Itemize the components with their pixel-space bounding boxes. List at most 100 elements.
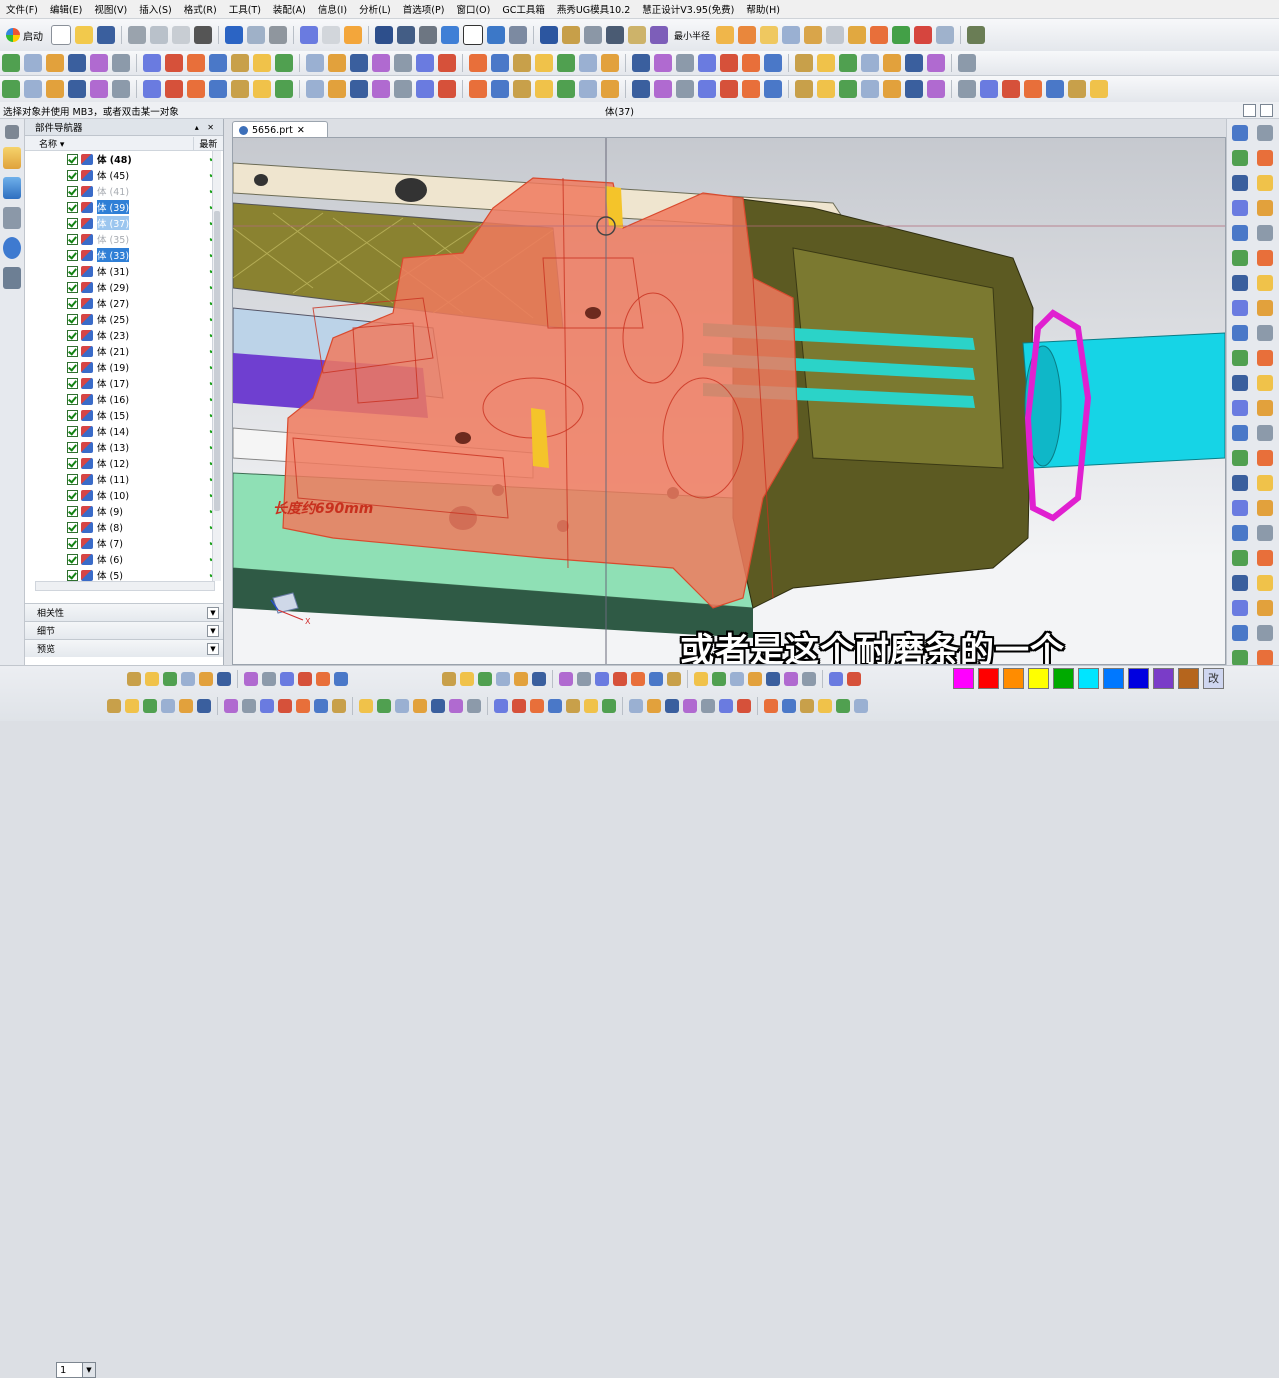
mold-tool-15-icon[interactable]: [350, 80, 368, 98]
right-tool-1-1-icon[interactable]: [1257, 150, 1273, 166]
right-tool-1-6-icon[interactable]: [1257, 275, 1273, 291]
tree-row[interactable]: 体 (9) ✔: [25, 503, 213, 519]
right-tool-1-10-icon[interactable]: [1257, 375, 1273, 391]
snap-icon[interactable]: [300, 26, 318, 44]
mold-tool-1-icon[interactable]: [24, 80, 42, 98]
mold-tool-24-icon[interactable]: [557, 80, 575, 98]
mold-tool-13-icon[interactable]: [306, 80, 324, 98]
mold-tool-20-icon[interactable]: [469, 80, 487, 98]
visibility-checkbox[interactable]: [67, 201, 78, 213]
visibility-checkbox[interactable]: [67, 249, 78, 261]
edit-feature-4-icon[interactable]: [179, 699, 193, 713]
right-tool-1-17-icon[interactable]: [1257, 550, 1273, 566]
mold-tool-36-icon[interactable]: [839, 80, 857, 98]
mold-tool-14-icon[interactable]: [328, 80, 346, 98]
feature-tool-34-icon[interactable]: [795, 54, 813, 72]
tree-row[interactable]: 体 (41) ✔: [25, 183, 213, 199]
right-tool-0-18-icon[interactable]: [1232, 575, 1248, 591]
visibility-checkbox[interactable]: [67, 169, 78, 181]
tree-row[interactable]: 体 (17) ✔: [25, 375, 213, 391]
feature-tool-10-icon[interactable]: [231, 54, 249, 72]
curve-op-3-icon[interactable]: [496, 672, 510, 686]
menu-item-1[interactable]: 编辑(E): [44, 2, 88, 16]
feature-tool-12-icon[interactable]: [275, 54, 293, 72]
sketch-curve-4-icon[interactable]: [199, 672, 213, 686]
mold-tool-47-icon[interactable]: [1090, 80, 1108, 98]
mold-tool-32-icon[interactable]: [742, 80, 760, 98]
edit-feature-12-icon[interactable]: [332, 699, 346, 713]
open-folder-icon[interactable]: [75, 26, 93, 44]
right-tool-1-19-icon[interactable]: [1257, 600, 1273, 616]
edit-feature-25-icon[interactable]: [584, 699, 598, 713]
graphics-viewport[interactable]: 长度约690mm X 或者是这个耐磨条的一个: [232, 137, 1226, 665]
edit-feature-15-icon[interactable]: [395, 699, 409, 713]
edit-feature-1-icon[interactable]: [125, 699, 139, 713]
mold-tool-38-icon[interactable]: [883, 80, 901, 98]
feature-tool-25-icon[interactable]: [579, 54, 597, 72]
curve-op-18-icon[interactable]: [784, 672, 798, 686]
measure-angle-icon[interactable]: [562, 26, 580, 44]
color-swatch[interactable]: [1078, 668, 1099, 689]
mold-tool-34-icon[interactable]: [795, 80, 813, 98]
work-layer-select[interactable]: 1 ▼: [56, 1362, 96, 1378]
visibility-checkbox[interactable]: [67, 329, 78, 341]
right-tool-1-0-icon[interactable]: [1257, 125, 1273, 141]
orient-view-icon[interactable]: [487, 26, 505, 44]
latest-column-header[interactable]: 最新: [192, 136, 223, 150]
menu-item-3[interactable]: 插入(S): [133, 2, 177, 16]
curve-op-8-icon[interactable]: [595, 672, 609, 686]
right-tool-0-8-icon[interactable]: [1232, 325, 1248, 341]
rotate-view-icon[interactable]: [397, 26, 415, 44]
visibility-checkbox[interactable]: [67, 217, 78, 229]
sketch-curve-5-icon[interactable]: [217, 672, 231, 686]
feature-a-icon[interactable]: [716, 26, 735, 44]
mold-tool-10-icon[interactable]: [231, 80, 249, 98]
tree-row[interactable]: 体 (14) ✔: [25, 423, 213, 439]
tree-row[interactable]: 体 (8) ✔: [25, 519, 213, 535]
mold-tool-16-icon[interactable]: [372, 80, 390, 98]
feature-tool-15-icon[interactable]: [350, 54, 368, 72]
right-tool-1-16-icon[interactable]: [1257, 525, 1273, 541]
edit-feature-9-icon[interactable]: [278, 699, 292, 713]
sketch-curve-8-icon[interactable]: [280, 672, 294, 686]
visibility-checkbox[interactable]: [67, 185, 78, 197]
chevron-down-icon[interactable]: ▼: [82, 1363, 95, 1377]
edit-feature-17-icon[interactable]: [431, 699, 445, 713]
right-tool-1-18-icon[interactable]: [1257, 575, 1273, 591]
visibility-checkbox[interactable]: [67, 233, 78, 245]
feature-tool-14-icon[interactable]: [328, 54, 346, 72]
menu-item-0[interactable]: 文件(F): [0, 2, 44, 16]
mold-tool-31-icon[interactable]: [720, 80, 738, 98]
feature-tool-1-icon[interactable]: [24, 54, 42, 72]
mold-tool-33-icon[interactable]: [764, 80, 782, 98]
feature-b-icon[interactable]: [738, 26, 757, 44]
mold-tool-17-icon[interactable]: [394, 80, 412, 98]
history-icon[interactable]: [3, 237, 21, 259]
menu-item-7[interactable]: 信息(I): [312, 2, 353, 16]
right-tool-1-4-icon[interactable]: [1257, 225, 1273, 241]
system-materials-icon[interactable]: [3, 267, 21, 289]
curve-op-15-icon[interactable]: [730, 672, 744, 686]
paste-icon[interactable]: [172, 26, 190, 44]
edit-feature-28-icon[interactable]: [647, 699, 661, 713]
edit-feature-16-icon[interactable]: [413, 699, 427, 713]
edit-feature-27-icon[interactable]: [629, 699, 643, 713]
ruler-icon[interactable]: [628, 26, 646, 44]
tree-row[interactable]: 体 (11) ✔: [25, 471, 213, 487]
select-filter-icon[interactable]: [322, 26, 340, 44]
feature-tool-8-icon[interactable]: [187, 54, 205, 72]
right-tool-0-17-icon[interactable]: [1232, 550, 1248, 566]
menu-item-6[interactable]: 装配(A): [267, 2, 312, 16]
visibility-checkbox[interactable]: [67, 393, 78, 405]
navigator-panel-0[interactable]: 相关性 ▼: [25, 603, 223, 621]
edit-feature-14-icon[interactable]: [377, 699, 391, 713]
edit-feature-38-icon[interactable]: [836, 699, 850, 713]
feature-tool-41-icon[interactable]: [958, 54, 976, 72]
sketch-curve-6-icon[interactable]: [244, 672, 258, 686]
right-tool-0-4-icon[interactable]: [1232, 225, 1248, 241]
color-swatch[interactable]: [1128, 668, 1149, 689]
curve-op-2-icon[interactable]: [478, 672, 492, 686]
menu-item-14[interactable]: 帮助(H): [740, 2, 786, 16]
measure-length-icon[interactable]: [584, 26, 602, 44]
feature-tool-17-icon[interactable]: [394, 54, 412, 72]
